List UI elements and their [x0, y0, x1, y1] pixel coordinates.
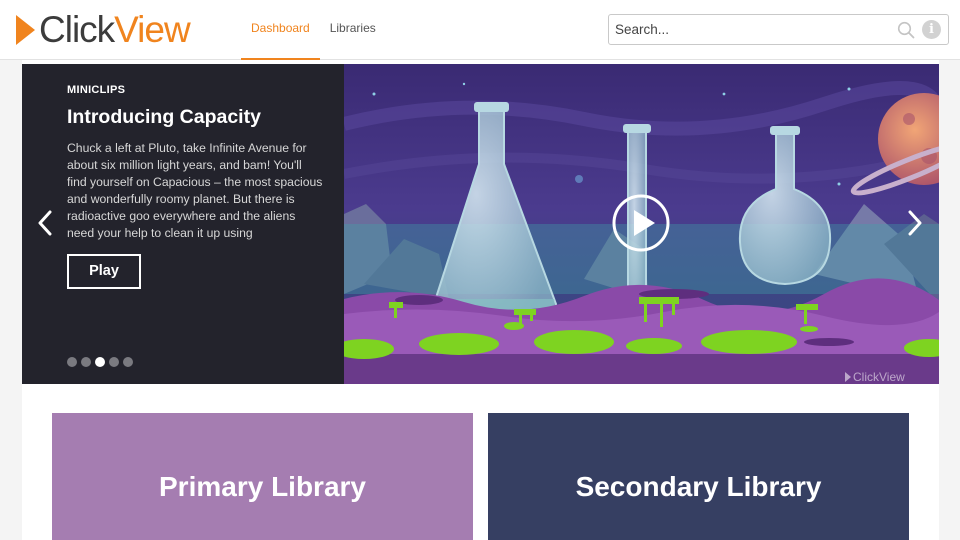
search-input[interactable] — [609, 15, 879, 44]
secondary-library-tile[interactable]: Secondary Library — [488, 413, 909, 540]
clickview-logo[interactable]: ClickView — [16, 9, 191, 50]
nav-dashboard[interactable]: Dashboard — [241, 0, 320, 60]
primary-library-label: Primary Library — [159, 471, 366, 502]
search-icon[interactable] — [897, 21, 915, 39]
slide-description: Chuck a left at Pluto, take Infinite Ave… — [67, 141, 323, 240]
chevron-left-icon[interactable] — [37, 210, 53, 236]
primary-library-tile[interactable]: Primary Library — [52, 413, 473, 540]
slide-category: MINICLIPS — [67, 84, 126, 96]
logo-word-click: Click — [39, 9, 115, 50]
search-box: i — [608, 14, 949, 45]
carousel-dot[interactable] — [95, 357, 105, 367]
logo-play-icon — [16, 15, 35, 45]
logo-word-view: View — [114, 9, 191, 50]
watermark-play-icon — [845, 372, 851, 382]
secondary-library-label: Secondary Library — [575, 471, 822, 502]
carousel-dot[interactable] — [81, 357, 91, 367]
featured-carousel: MINICLIPS Introducing Capacity Chuck a l… — [22, 64, 939, 384]
carousel-dot[interactable] — [109, 357, 119, 367]
watermark-word-click: Click — [853, 370, 879, 384]
play-circle-icon[interactable] — [612, 194, 670, 252]
slide-title: Introducing Capacity — [67, 106, 261, 128]
chevron-right-icon[interactable] — [907, 210, 923, 236]
info-icon[interactable]: i — [922, 20, 941, 39]
nav-libraries[interactable]: Libraries — [320, 0, 386, 60]
carousel-dots — [67, 357, 137, 367]
top-header: ClickView Dashboard Libraries i — [0, 0, 960, 60]
play-button[interactable]: Play — [67, 254, 141, 289]
logo-wordmark: ClickView — [39, 9, 191, 50]
watermark-logo: Click View — [845, 370, 905, 384]
watermark-word-view: View — [879, 370, 905, 384]
carousel-dot[interactable] — [123, 357, 133, 367]
slide-info-panel: MINICLIPS Introducing Capacity Chuck a l… — [22, 64, 344, 384]
main-nav: Dashboard Libraries — [241, 0, 386, 60]
carousel-dot[interactable] — [67, 357, 77, 367]
